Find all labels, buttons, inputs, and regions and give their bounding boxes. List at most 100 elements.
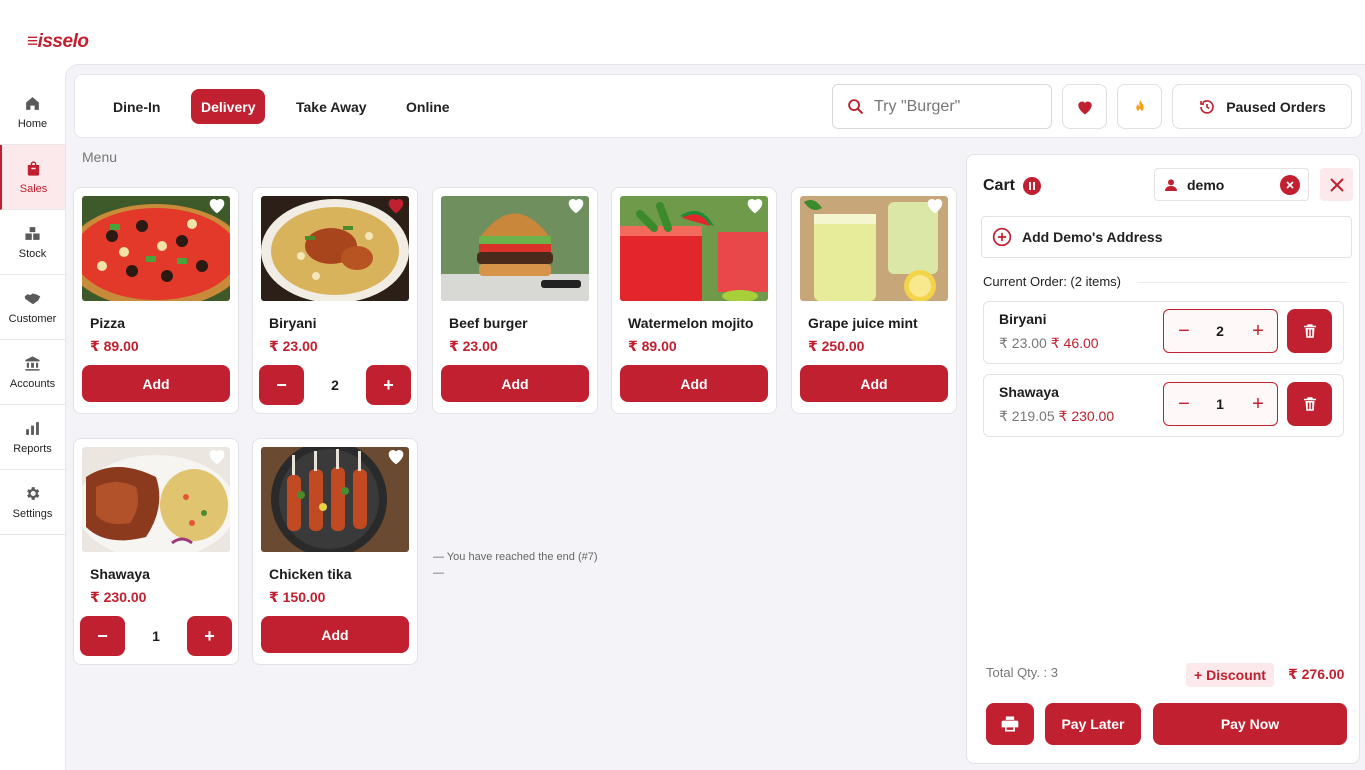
gear-icon xyxy=(27,486,40,500)
product-price: ₹ 150.00 xyxy=(269,589,326,605)
add-address-button[interactable]: Add Demo's Address xyxy=(981,216,1352,258)
pause-order-icon[interactable] xyxy=(1023,177,1042,195)
sidebar-item-label: Customer xyxy=(8,312,57,325)
add-button[interactable]: Add xyxy=(82,365,230,402)
app-logo[interactable]: ≡isselo xyxy=(27,31,89,53)
decrement-button[interactable]: − xyxy=(1164,310,1204,352)
favorite-heart-icon[interactable] xyxy=(924,194,946,216)
line-item-prices: ₹ 23.00 ₹ 46.00 xyxy=(999,335,1099,352)
favorite-heart-icon[interactable] xyxy=(385,445,407,467)
increment-button[interactable]: + xyxy=(1238,383,1278,425)
add-button[interactable]: Add xyxy=(441,365,589,402)
sidebar-item-reports[interactable]: Reports xyxy=(0,405,65,470)
favorite-heart-icon[interactable] xyxy=(744,194,766,216)
sidebar-item-customer[interactable]: Customer xyxy=(0,275,65,340)
home-icon xyxy=(26,96,39,110)
add-button[interactable]: Add xyxy=(261,616,409,653)
delete-item-button[interactable] xyxy=(1287,382,1332,426)
sidebar-item-sales[interactable]: Sales xyxy=(0,145,65,210)
product-name: Watermelon mojito xyxy=(628,315,754,331)
sidebar-item-label: Accounts xyxy=(9,377,56,390)
product-name: Chicken tika xyxy=(269,566,352,582)
sidebar-item-label: Settings xyxy=(12,507,53,520)
favorite-heart-icon[interactable] xyxy=(565,194,587,216)
clear-customer-button[interactable] xyxy=(1280,175,1300,195)
tab-online[interactable]: Online xyxy=(396,89,460,124)
close-icon xyxy=(1329,177,1344,192)
plus-circle-icon xyxy=(992,227,1012,247)
line-item-prices: ₹ 219.05 ₹ 230.00 xyxy=(999,408,1114,425)
handshake-icon xyxy=(24,293,41,304)
product-name: Biryani xyxy=(269,315,317,331)
tab-dine-in[interactable]: Dine-In xyxy=(103,89,170,124)
search-icon xyxy=(848,99,863,114)
product-price: ₹ 250.00 xyxy=(808,338,865,354)
flame-icon xyxy=(1135,99,1144,113)
sidebar: Home Sales Stock Customer Accounts Repor… xyxy=(0,80,65,535)
sidebar-item-label: Stock xyxy=(18,247,47,260)
sidebar-item-stock[interactable]: Stock xyxy=(0,210,65,275)
favorite-heart-icon[interactable] xyxy=(206,194,228,216)
customer-selector[interactable]: demo xyxy=(1154,168,1309,201)
product-name: Pizza xyxy=(90,315,126,331)
favorite-heart-icon[interactable] xyxy=(385,194,407,216)
add-button[interactable]: Add xyxy=(620,365,768,402)
trending-button[interactable] xyxy=(1117,84,1162,129)
trash-icon xyxy=(1303,397,1316,411)
quantity-stepper: − 2 + xyxy=(259,365,411,405)
discount-button[interactable]: + Discount xyxy=(1186,663,1274,687)
print-button[interactable] xyxy=(986,703,1034,745)
decrement-button[interactable]: − xyxy=(1164,383,1204,425)
cart-panel: Cart demo Add Demo's Address Current Ord… xyxy=(966,154,1360,764)
product-card-grape-juice-mint[interactable]: Grape juice mint ₹ 250.00 Add xyxy=(791,187,957,414)
quantity-stepper: − 1 + xyxy=(80,616,232,656)
product-name: Shawaya xyxy=(90,566,150,582)
product-card-pizza[interactable]: Pizza ₹ 89.00 Add xyxy=(73,187,239,414)
sidebar-item-label: Home xyxy=(17,117,48,130)
decrement-button[interactable]: − xyxy=(80,616,125,656)
tab-delivery[interactable]: Delivery xyxy=(191,89,266,124)
paused-orders-button[interactable]: Paused Orders xyxy=(1172,84,1352,129)
sidebar-item-accounts[interactable]: Accounts xyxy=(0,340,65,405)
user-icon xyxy=(1165,178,1177,191)
decrement-button[interactable]: − xyxy=(259,365,304,405)
cart-line-item: Shawaya ₹ 219.05 ₹ 230.00 − 1 + xyxy=(983,374,1344,437)
product-price: ₹ 89.00 xyxy=(628,338,677,354)
increment-button[interactable]: + xyxy=(366,365,411,405)
product-card-watermelon-mojito[interactable]: Watermelon mojito ₹ 89.00 Add xyxy=(611,187,777,414)
quantity-value: 1 xyxy=(152,628,160,644)
top-bar: ≡isselo xyxy=(0,0,1365,64)
favorite-heart-icon[interactable] xyxy=(206,445,228,467)
product-card-shawaya[interactable]: Shawaya ₹ 230.00 − 1 + xyxy=(73,438,239,665)
delete-item-button[interactable] xyxy=(1287,309,1332,353)
total-quantity: Total Qty. : 3 xyxy=(986,665,1059,680)
search-input[interactable] xyxy=(874,97,1034,116)
increment-button[interactable]: + xyxy=(1238,310,1278,352)
increment-button[interactable]: + xyxy=(187,616,232,656)
product-card-biryani[interactable]: Biryani ₹ 23.00 − 2 + xyxy=(252,187,418,414)
product-name: Grape juice mint xyxy=(808,315,918,331)
quantity-value: 1 xyxy=(1216,396,1224,412)
search-box[interactable] xyxy=(832,84,1052,129)
menu-section-label: Menu xyxy=(82,149,118,165)
sidebar-item-settings[interactable]: Settings xyxy=(0,470,65,535)
pay-later-button[interactable]: Pay Later xyxy=(1045,703,1141,745)
sidebar-item-label: Reports xyxy=(13,442,52,455)
product-card-chicken-tika[interactable]: Chicken tika ₹ 150.00 Add xyxy=(252,438,418,665)
product-price: ₹ 23.00 xyxy=(269,338,318,354)
favorites-button[interactable] xyxy=(1062,84,1107,129)
product-price: ₹ 89.00 xyxy=(90,338,139,354)
product-price: ₹ 23.00 xyxy=(449,338,498,354)
add-address-label: Add Demo's Address xyxy=(1022,229,1163,245)
sidebar-item-home[interactable]: Home xyxy=(0,80,65,145)
divider xyxy=(1137,282,1349,283)
tab-take-away[interactable]: Take Away xyxy=(286,89,377,124)
quantity-value: 2 xyxy=(1216,323,1224,339)
paused-orders-label: Paused Orders xyxy=(1226,98,1326,115)
close-cart-button[interactable] xyxy=(1320,168,1353,201)
product-name: Beef burger xyxy=(449,315,528,331)
add-button[interactable]: Add xyxy=(800,365,948,402)
product-card-beef-burger[interactable]: Beef burger ₹ 23.00 Add xyxy=(432,187,598,414)
current-order-label: Current Order: (2 items) xyxy=(983,274,1121,289)
pay-now-button[interactable]: Pay Now xyxy=(1153,703,1347,745)
